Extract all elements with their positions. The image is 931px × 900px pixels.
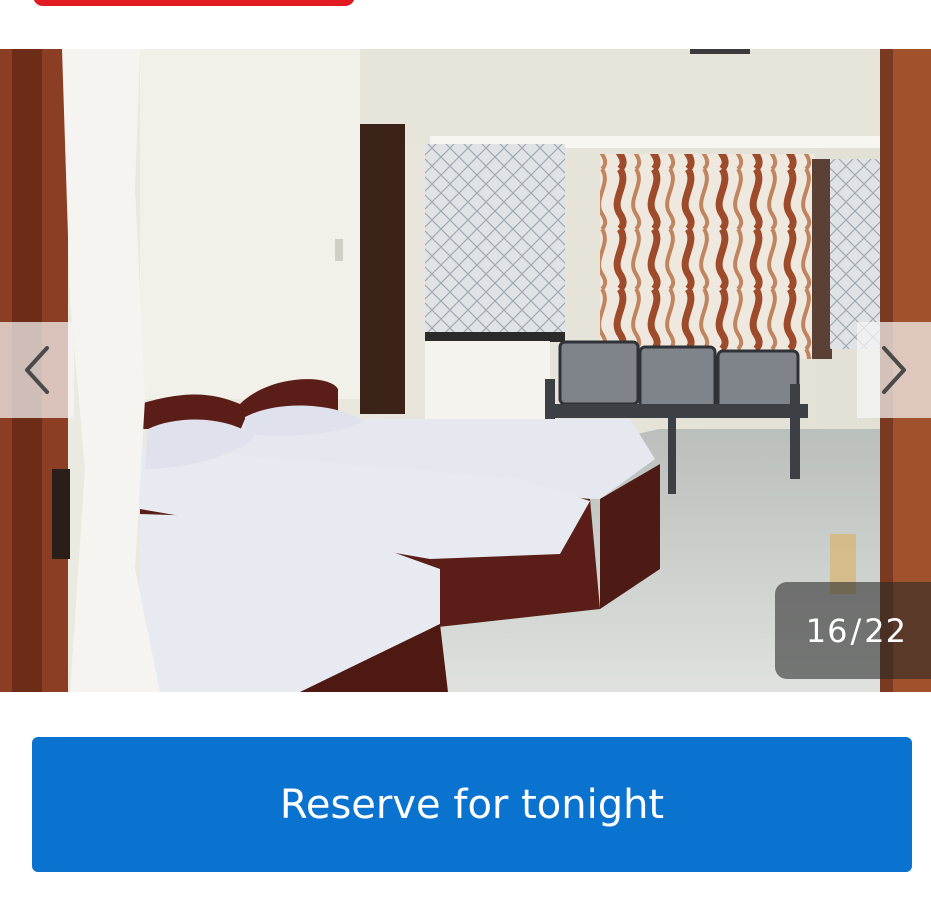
- photo-gallery[interactable]: 16/22: [0, 49, 931, 692]
- top-action-button[interactable]: [33, 0, 355, 6]
- previous-photo-button[interactable]: [0, 322, 74, 418]
- photo-current-index: 16: [805, 611, 849, 650]
- hotel-listing-page: 16/22 Reserve for tonight: [0, 0, 931, 900]
- photo-counter-badge: 16/22: [775, 582, 931, 679]
- reserve-for-tonight-button[interactable]: Reserve for tonight: [32, 737, 912, 872]
- chevron-left-icon: [25, 346, 49, 394]
- next-photo-button[interactable]: [857, 322, 931, 418]
- photo-counter-separator: /: [850, 611, 863, 650]
- photo-total-count: 22: [864, 611, 907, 650]
- photo-counter: 16/22: [806, 612, 907, 650]
- chevron-right-icon: [882, 346, 906, 394]
